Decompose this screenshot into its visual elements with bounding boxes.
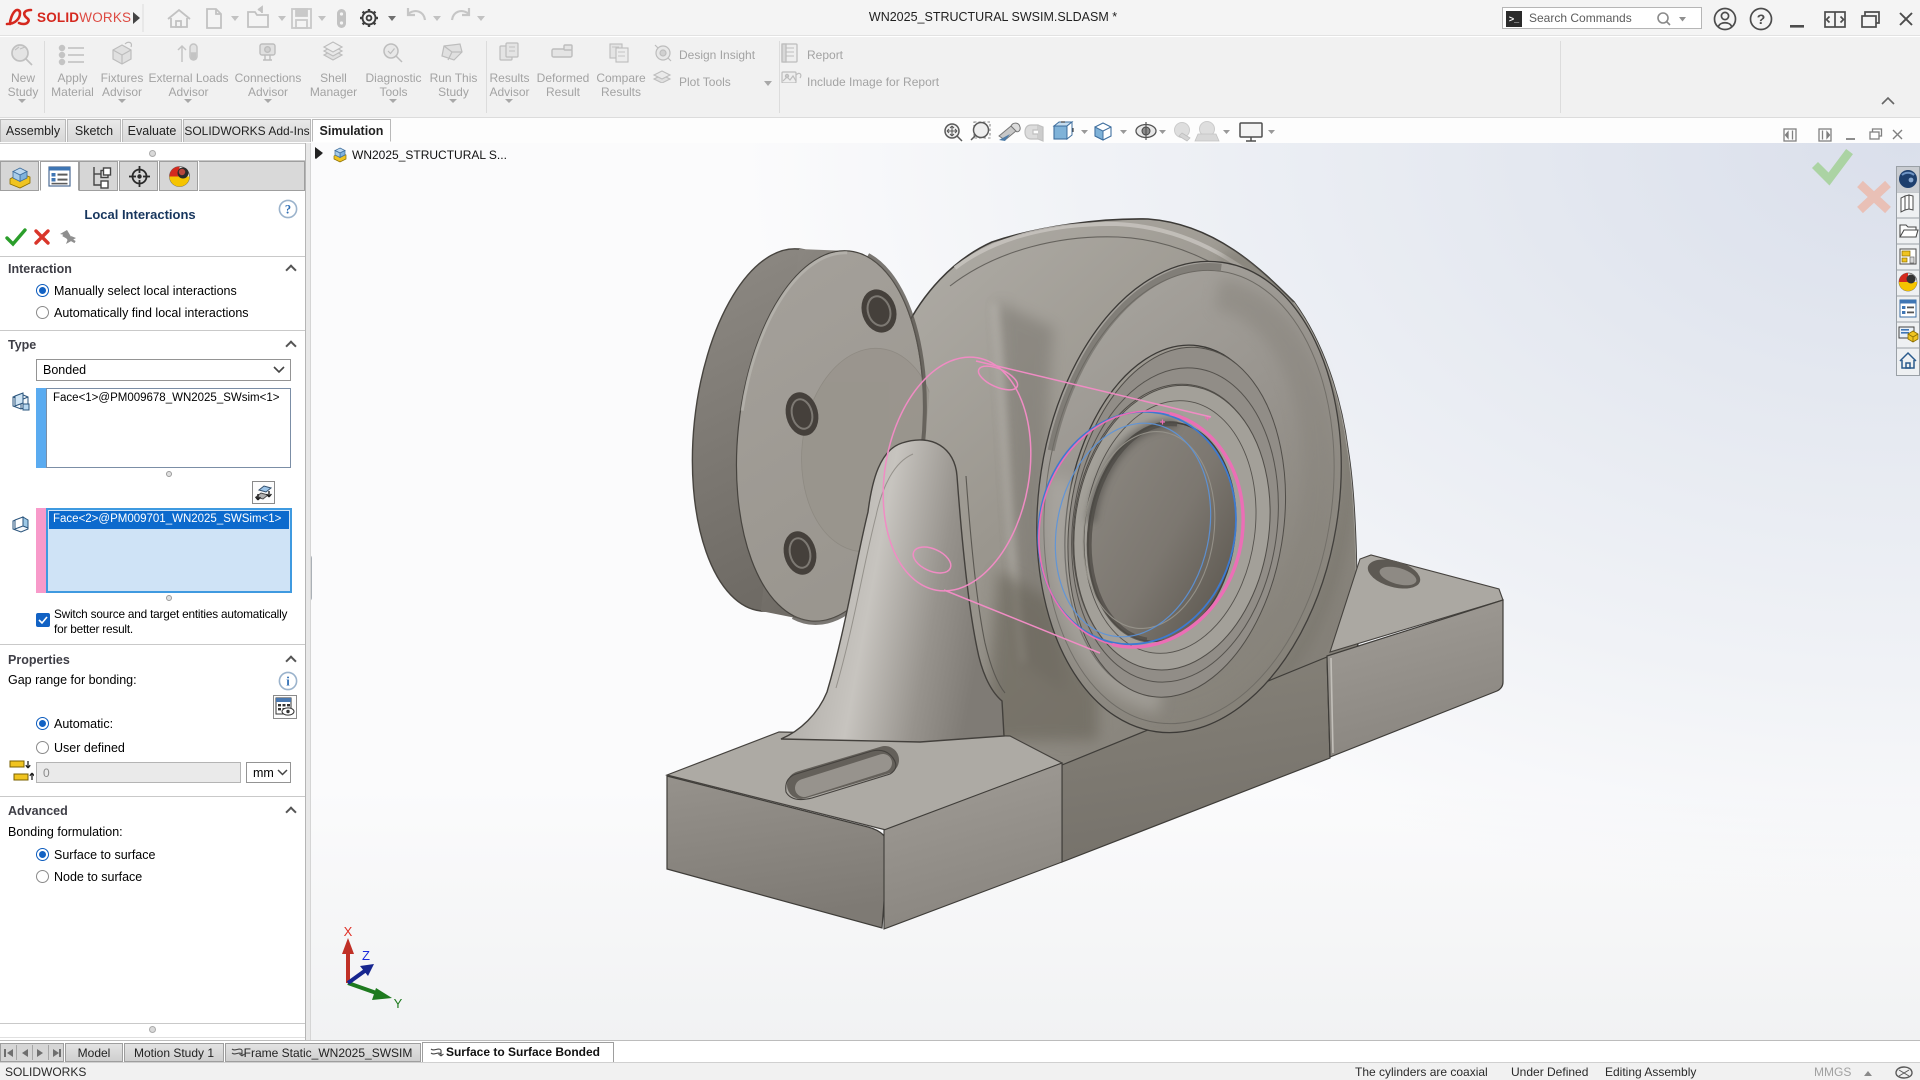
svg-text:Z: Z (362, 948, 370, 963)
svg-text:?: ? (1757, 11, 1766, 27)
svg-text:Y: Y (394, 996, 403, 1011)
svg-text:i: i (286, 675, 290, 689)
svg-text:X: X (344, 924, 353, 939)
svg-text:?: ? (285, 203, 291, 217)
